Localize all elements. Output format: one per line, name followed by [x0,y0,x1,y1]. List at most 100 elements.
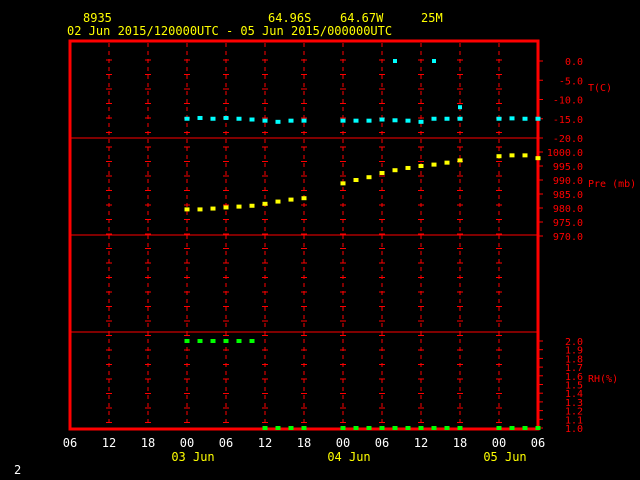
x-tick-label: 18 [453,436,467,450]
data-point-humidity [210,339,216,343]
x-tick-label: 00 [180,436,194,450]
x-tick-label: 06 [375,436,389,450]
data-point-temperature [535,116,541,121]
data-point-pressure [210,206,216,211]
data-point-pressure [392,168,398,173]
y-tick-label: 995.0 [553,162,583,173]
data-point-pressure [366,175,372,180]
data-point-pressure [340,181,346,186]
x-tick-label: 12 [414,436,428,450]
x-tick-label: 12 [102,436,116,450]
data-point-humidity [444,426,450,430]
data-point-temperature [197,115,203,120]
data-point-temperature [288,118,294,123]
data-point-pressure [197,207,203,212]
data-point-temperature [392,118,398,123]
data-point-temperature [496,116,502,121]
data-point-humidity [522,426,528,430]
data-point-temperature [366,118,372,123]
y-tick-label: 980.0 [553,204,583,215]
data-point-pressure [509,153,515,158]
data-point-pressure [301,196,307,201]
data-point-temperature [432,59,436,63]
x-tick-label: 06 [219,436,233,450]
data-point-pressure [379,171,385,175]
data-point-temperature [301,118,307,123]
x-tick-label: 18 [141,436,155,450]
data-point-temperature [184,116,190,121]
data-point-pressure [431,162,437,167]
panel-label-temperature: T(C) [588,83,612,94]
data-point-humidity [288,426,294,430]
data-point-temperature [236,116,242,121]
x-tick-label: 12 [258,436,272,450]
y-tick-label: 985.0 [553,190,583,201]
data-point-humidity [262,426,268,430]
data-point-pressure [418,164,424,168]
data-point-pressure [457,158,463,163]
data-point-temperature [262,118,268,123]
data-point-temperature [509,116,515,121]
y-tick-label: 1.0 [565,424,583,435]
data-point-pressure [405,165,411,170]
data-point-pressure [496,154,502,159]
data-point-pressure [275,199,281,204]
data-point-humidity [353,426,359,430]
data-point-humidity [535,426,541,430]
data-point-temperature [405,118,411,123]
x-date-label: 05 Jun [483,450,526,464]
data-point-pressure [535,156,541,161]
y-tick-label: 1000.0 [547,148,583,159]
data-point-temperature [379,117,385,122]
data-point-temperature [249,117,255,122]
data-point-humidity [184,339,190,343]
data-point-humidity [392,426,398,430]
data-point-humidity [509,426,515,430]
data-point-humidity [418,426,424,430]
data-point-humidity [431,426,437,430]
x-tick-label: 00 [336,436,350,450]
data-point-temperature [210,116,216,121]
y-tick-label: -15.0 [553,115,583,126]
x-tick-label: 18 [297,436,311,450]
x-tick-label: 00 [492,436,506,450]
data-point-pressure [522,153,528,158]
data-point-temperature [458,105,462,110]
data-point-temperature [431,116,437,121]
data-point-temperature [457,116,463,121]
data-point-humidity [249,339,255,343]
panel-label-humidity: RH(%) [588,374,618,385]
data-point-pressure [236,204,242,209]
data-point-humidity [379,426,385,430]
data-point-humidity [366,426,372,430]
data-point-humidity [223,339,229,343]
data-point-temperature [340,118,346,123]
data-point-humidity [496,426,502,430]
data-point-humidity [457,426,463,430]
data-point-temperature [275,119,281,124]
data-point-temperature [522,116,528,121]
data-point-humidity [275,426,281,430]
data-point-pressure [249,203,255,208]
page-number: 2 [14,463,22,477]
data-point-humidity [236,339,242,343]
data-point-temperature [418,119,424,124]
x-tick-label: 06 [531,436,545,450]
x-date-label: 04 Jun [327,450,370,464]
meteogram-chart: 06 12 18 00 06 12 18 00 06 12 18 00 06 03 Jun 04 Jun 05… [63,39,636,464]
data-point-temperature [353,118,359,123]
y-tick-label: 0.0 [565,57,583,68]
data-point-humidity [301,426,307,430]
data-point-temperature [393,59,397,63]
y-tick-label: -20.0 [553,134,583,145]
data-point-pressure [223,205,229,210]
data-point-humidity [340,426,346,430]
y-tick-label: 975.0 [553,218,583,229]
data-point-humidity [197,339,203,343]
data-point-temperature [444,116,450,121]
y-tick-label: 970.0 [553,232,583,243]
panel-label-pressure: Pre (mb) [588,179,636,190]
data-point-pressure [444,160,450,165]
y-tick-label: 990.0 [553,176,583,187]
y-tick-label: -5.0 [559,76,583,87]
